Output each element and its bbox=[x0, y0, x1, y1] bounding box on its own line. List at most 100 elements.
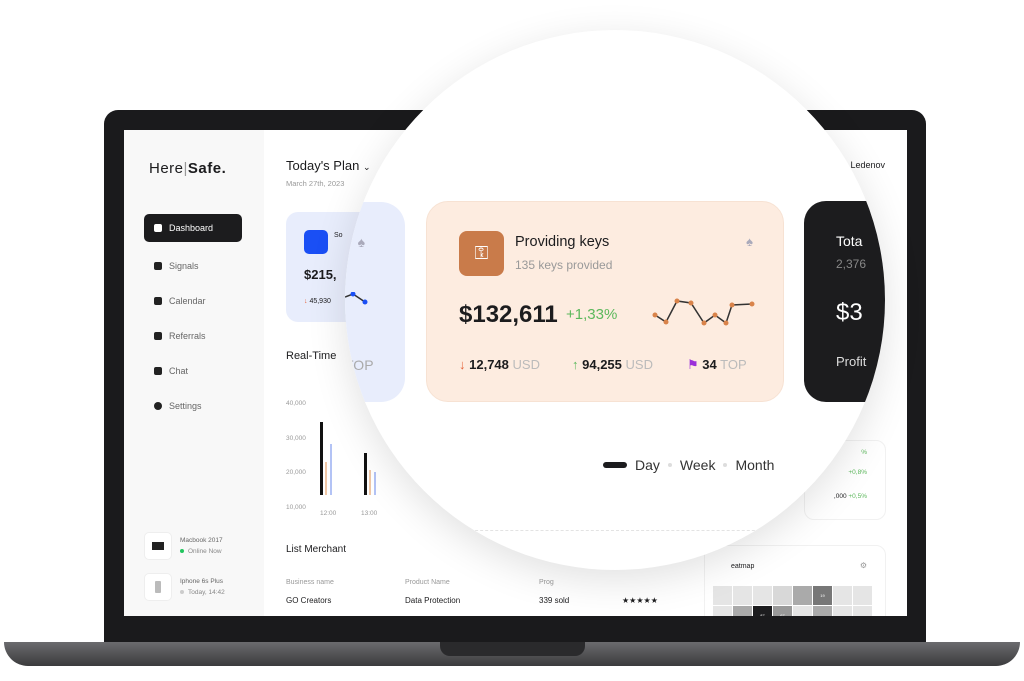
sparkline-point bbox=[663, 319, 669, 325]
card-change: +1,33% bbox=[566, 306, 618, 323]
status-dot bbox=[180, 590, 184, 594]
heatmap-cell bbox=[833, 606, 852, 616]
sparkline-point bbox=[674, 298, 680, 304]
magnifier: ♠ TOP ⚿ Providing keys 135 keys provided… bbox=[345, 30, 885, 570]
phone-icon bbox=[144, 573, 172, 601]
heatmap-cell: 67 bbox=[773, 606, 792, 616]
sidebar-item-label: Dashboard bbox=[169, 223, 214, 233]
x-tick: 12:00 bbox=[320, 510, 337, 517]
device-item[interactable]: Iphone 6s Plus Today, 14:42 bbox=[144, 571, 244, 603]
cell-product: Data Protection bbox=[405, 596, 461, 605]
card-amount: $215, bbox=[304, 267, 337, 282]
sidebar-item-referrals[interactable]: Referrals bbox=[144, 322, 242, 350]
cell-business: GO Creators bbox=[286, 596, 332, 605]
laptop-icon bbox=[144, 532, 172, 560]
status-dot bbox=[180, 549, 184, 553]
signals-icon bbox=[154, 262, 162, 270]
down-stat: ↓ 12,748 USD bbox=[459, 357, 540, 372]
calendar-icon bbox=[154, 297, 162, 305]
device-item[interactable]: Macbook 2017 Online Now bbox=[144, 530, 244, 562]
sidebar-item-settings[interactable]: Settings bbox=[144, 392, 242, 420]
sparkline-point bbox=[749, 301, 755, 307]
column-header: Prog bbox=[539, 579, 554, 586]
heatmap-cell: 19 bbox=[813, 586, 832, 605]
dashboard-icon bbox=[154, 224, 162, 232]
divider bbox=[455, 530, 785, 531]
tab-day[interactable]: Day bbox=[635, 457, 660, 473]
sparkline bbox=[652, 298, 755, 326]
heatmap-cell: 87 bbox=[753, 606, 772, 616]
tab-week[interactable]: Week bbox=[680, 457, 716, 473]
sparkline-point bbox=[701, 320, 707, 326]
user-name[interactable]: Ledenov bbox=[850, 160, 885, 170]
card-down-value: 45,930 bbox=[309, 298, 331, 305]
flag-icon: ⚑ bbox=[687, 357, 699, 372]
scan-icon bbox=[304, 230, 328, 254]
bar bbox=[325, 462, 327, 495]
sidebar-item-label: Calendar bbox=[169, 296, 206, 306]
tab-month[interactable]: Month bbox=[735, 457, 774, 473]
sidebar: Here|Safe. Dashboard Signals Calendar Re… bbox=[124, 130, 264, 616]
sidebar-item-dashboard[interactable]: Dashboard bbox=[144, 214, 242, 242]
rating-stars: ★★★★★ bbox=[622, 596, 658, 605]
gift-icon bbox=[154, 332, 162, 340]
heatmap-cell bbox=[773, 586, 792, 605]
bar bbox=[369, 470, 371, 495]
device-name: Macbook 2017 bbox=[180, 537, 223, 544]
device-status: Today, 14:42 bbox=[188, 589, 225, 596]
bar bbox=[364, 453, 367, 495]
heatmap-cell bbox=[853, 586, 872, 605]
heatmap-cell bbox=[833, 586, 852, 605]
heatmap-cell bbox=[813, 606, 832, 616]
card-amount: $132,611 bbox=[459, 301, 558, 328]
active-indicator bbox=[603, 462, 627, 468]
sparkline-point bbox=[652, 312, 658, 318]
y-axis: 40,000 30,000 20,000 10,000 bbox=[286, 400, 306, 511]
cell-sold: 339 sold bbox=[539, 596, 570, 605]
spade-icon: ♠ bbox=[746, 234, 753, 249]
heatmap-title: eatmap bbox=[731, 563, 755, 570]
logo: Here|Safe. bbox=[149, 160, 227, 177]
heatmap-cell bbox=[713, 606, 732, 616]
bar bbox=[330, 444, 332, 495]
card-title: Providing keys bbox=[515, 234, 610, 250]
key-icon: ⚿ bbox=[459, 231, 504, 276]
sidebar-item-label: Referrals bbox=[169, 331, 206, 341]
sparkline bbox=[345, 292, 368, 305]
merchant-title: List Merchant bbox=[286, 544, 347, 555]
device-status: Online Now bbox=[188, 548, 222, 555]
bar bbox=[374, 472, 376, 495]
heatmap-card: eatmap ⚙ 19 87 67 bbox=[704, 545, 886, 616]
bar bbox=[320, 422, 323, 495]
arrow-up-icon: ↑ bbox=[572, 357, 579, 372]
period-tabs: Day Week Month bbox=[603, 457, 774, 473]
chat-icon bbox=[154, 367, 162, 375]
card-providing-keys[interactable]: ⚿ Providing keys 135 keys provided ♠ $13… bbox=[426, 201, 784, 402]
page-title[interactable]: Today's Plan ⌄ bbox=[286, 158, 370, 173]
sidebar-item-calendar[interactable]: Calendar bbox=[144, 287, 242, 315]
settings-icon: ⚙ bbox=[859, 561, 867, 570]
heatmap-cell bbox=[733, 586, 752, 605]
card-subtitle: 135 keys provided bbox=[515, 258, 613, 272]
card-blue-zoomed: ♠ TOP bbox=[345, 202, 405, 402]
heatmap-cell bbox=[793, 586, 812, 605]
sidebar-item-signals[interactable]: Signals bbox=[144, 252, 242, 280]
sparkline-point bbox=[729, 302, 735, 308]
spade-icon: ♠ bbox=[357, 234, 365, 250]
card-title: So bbox=[334, 232, 343, 239]
arrow-down-icon: ↓ bbox=[304, 298, 308, 305]
top-stat: ⚑ 34 TOP bbox=[687, 357, 747, 372]
sidebar-item-chat[interactable]: Chat bbox=[144, 357, 242, 385]
sidebar-item-label: Chat bbox=[169, 366, 189, 376]
heatmap-cell bbox=[853, 606, 872, 616]
card-total-dark[interactable]: Tota 2,376 $3 Profit bbox=[804, 201, 885, 402]
column-header: Business name bbox=[286, 579, 334, 586]
x-tick: 13:00 bbox=[361, 510, 378, 517]
heatmap-grid: 19 87 67 bbox=[713, 586, 872, 616]
date-label: March 27th, 2023 bbox=[286, 179, 345, 188]
laptop-notch bbox=[440, 642, 585, 656]
device-name: Iphone 6s Plus bbox=[180, 578, 224, 585]
gear-icon bbox=[154, 402, 162, 410]
sparkline-point bbox=[688, 300, 694, 306]
column-header: Product Name bbox=[405, 579, 450, 586]
